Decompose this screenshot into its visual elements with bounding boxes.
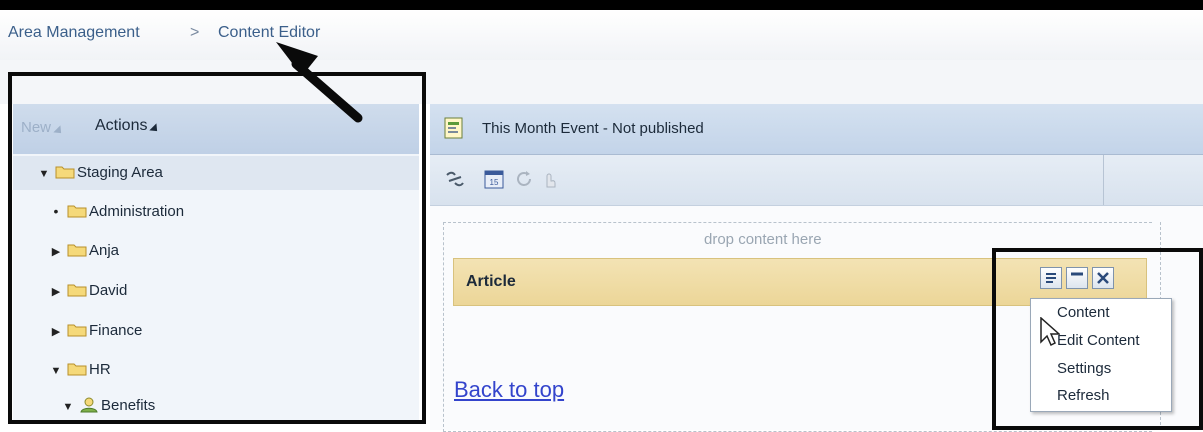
drop-content-text: drop content here: [704, 231, 822, 248]
annotation-arrow-icon: [276, 42, 363, 123]
article-title: Article: [466, 273, 516, 290]
breadcrumb-separator: >: [190, 24, 200, 41]
editor-title: This Month Event - Not published: [482, 120, 704, 137]
editor-toolbar: 15: [430, 155, 1203, 206]
breadcrumb-area-management[interactable]: Area Management: [8, 24, 140, 42]
calendar-icon[interactable]: 15: [484, 169, 504, 189]
back-to-top-link[interactable]: Back to top: [454, 377, 564, 403]
highlight-box-right: [992, 248, 1203, 430]
breadcrumb: Area Management > Content Editor: [0, 10, 1203, 61]
hand-icon[interactable]: [542, 169, 558, 189]
refresh-icon[interactable]: [514, 169, 534, 189]
toolbar-separator: [1103, 155, 1104, 205]
link-icon[interactable]: [444, 169, 466, 189]
top-border: [0, 0, 1203, 10]
document-icon: [444, 117, 463, 139]
editor-title-bar: This Month Event - Not published: [430, 104, 1203, 155]
svg-text:15: 15: [490, 178, 499, 187]
